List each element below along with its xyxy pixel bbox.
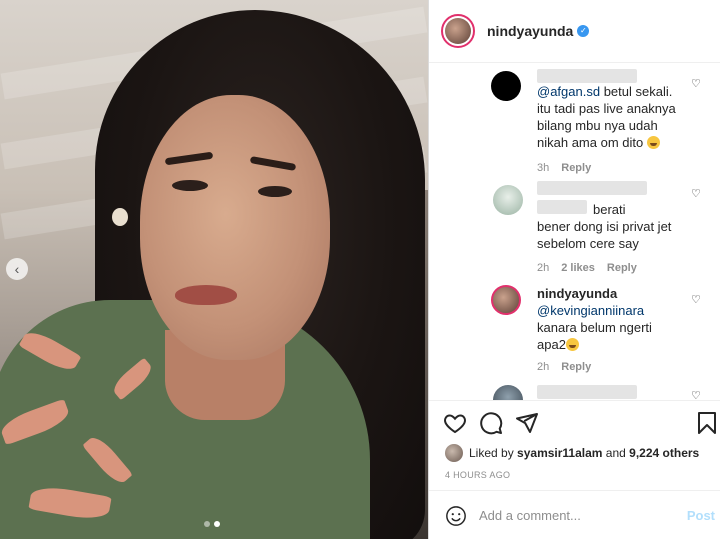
carousel-dot <box>204 521 210 527</box>
liked-by-prefix: Liked by <box>469 446 514 460</box>
comment-like-icon[interactable]: ♡ <box>691 77 701 90</box>
earring <box>112 208 128 226</box>
comment-input[interactable]: Add a comment... <box>479 508 581 523</box>
eye <box>172 180 208 191</box>
emoji-icon[interactable] <box>445 505 467 527</box>
add-comment-bar: Add a comment... Post <box>429 490 720 539</box>
comment-body: berati bener dong isi privat jet sebelom… <box>537 202 672 251</box>
comment-time: 3h <box>537 162 550 174</box>
user-avatar[interactable] <box>493 385 523 400</box>
comment-likes-count[interactable]: 2 likes <box>561 262 595 274</box>
liker-avatar[interactable] <box>445 444 463 462</box>
comment-mention[interactable]: @afgan.sd <box>537 84 600 99</box>
post-photo[interactable]: ‹ <box>0 0 428 539</box>
carousel-prev-icon[interactable]: ‹ <box>6 258 28 280</box>
bookmark-icon[interactable] <box>695 411 719 435</box>
heart-icon[interactable] <box>443 411 467 435</box>
comments-list: @afgan.sd betul sekali. itu tadi pas liv… <box>429 63 720 400</box>
comment-meta: 2h Reply <box>537 361 591 373</box>
comment-like-icon[interactable]: ♡ <box>691 389 701 400</box>
nindyayunda-avatar[interactable] <box>491 285 521 315</box>
blurred-username <box>537 181 647 195</box>
post-header: nindyayunda ✓ <box>429 0 720 63</box>
comment-like-icon[interactable]: ♡ <box>691 187 701 200</box>
comment-body: kanara belum ngerti apa2 <box>537 320 652 352</box>
comment-username[interactable]: nindyayunda <box>537 286 617 301</box>
comment-time: 2h <box>537 262 550 274</box>
comment-like-icon[interactable]: ♡ <box>691 293 701 306</box>
post-timestamp[interactable]: 4 HOURS AGO <box>445 470 510 480</box>
likes-count[interactable]: 9,224 others <box>629 446 699 460</box>
post-sidebar: nindyayunda ✓ @afgan.sd betul sekali. it… <box>428 0 720 539</box>
blurred-username <box>537 385 637 399</box>
laughing-emoji-icon <box>565 338 579 351</box>
carousel-dots <box>204 521 220 527</box>
comment-time: 2h <box>537 361 550 373</box>
reply-button[interactable]: Reply <box>561 162 591 174</box>
post-button[interactable]: Post <box>687 508 715 523</box>
face <box>140 95 330 360</box>
reply-button[interactable]: Reply <box>561 361 591 373</box>
comment-icon[interactable] <box>479 411 503 435</box>
eye <box>258 186 292 197</box>
blurred-username <box>537 69 637 83</box>
verified-badge-icon: ✓ <box>577 25 590 37</box>
share-icon[interactable] <box>515 411 539 435</box>
comment-text: @afgan.sd betul sekali. itu tadi pas liv… <box>537 83 707 151</box>
author-username[interactable]: nindyayunda <box>487 23 573 39</box>
brand-logo-avatar[interactable] <box>491 71 521 101</box>
reply-button[interactable]: Reply <box>607 262 637 274</box>
comment-meta: 2h 2 likes Reply <box>537 262 637 274</box>
user-avatar[interactable] <box>493 185 523 215</box>
liked-by-and: and <box>605 446 626 460</box>
comment-mention[interactable]: @kevingianniinara <box>537 303 644 318</box>
laughing-emoji-icon <box>646 136 660 149</box>
post-actions <box>429 400 720 440</box>
lips <box>175 285 237 305</box>
comment-meta: 3h Reply <box>537 162 591 174</box>
author-avatar[interactable] <box>441 14 475 48</box>
liked-by: Liked by syamsir11alam and 9,224 others <box>445 444 699 462</box>
comment-text: nindyayunda @kevingianniinara kanara bel… <box>537 285 707 353</box>
carousel-dot-active <box>214 521 220 527</box>
liker-username[interactable]: syamsir11alam <box>517 446 602 460</box>
